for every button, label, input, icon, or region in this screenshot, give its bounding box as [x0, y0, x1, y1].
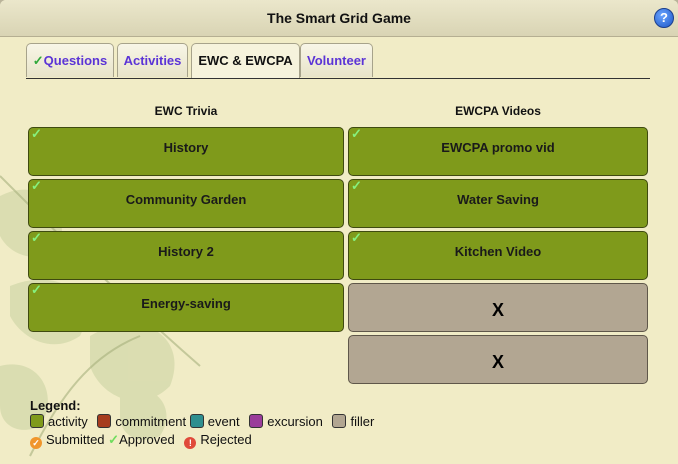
approved-check-icon: ✓ [31, 282, 42, 297]
tile-label: Community Garden [125, 192, 247, 207]
activity-tile-water-saving[interactable]: ✓ Water Saving [348, 178, 648, 228]
tile-label: History [163, 140, 209, 155]
activity-tile-history-2[interactable]: ✓ History 2 [28, 230, 344, 280]
approved-check-icon: ✓ [31, 230, 42, 245]
activity-tile-ewcpa-promo-vid[interactable]: ✓ EWCPA promo vid [348, 126, 648, 176]
legend-label: Submitted [46, 432, 105, 447]
legend-label: filler [350, 414, 375, 429]
tab-volunteer[interactable]: Volunteer [300, 43, 373, 77]
activity-tile-kitchen-video[interactable]: ✓ Kitchen Video [348, 230, 648, 280]
title-bar: The Smart Grid Game ? [0, 0, 678, 37]
activity-tile-history[interactable]: ✓ History [28, 126, 344, 176]
tile-label: Kitchen Video [454, 244, 542, 259]
window-title: The Smart Grid Game [267, 10, 411, 26]
help-icon[interactable]: ? [654, 8, 674, 28]
tile-label: Energy-saving [141, 296, 231, 311]
legend: Legend: activity commitment event excurs… [30, 398, 374, 449]
rejected-icon: ! [184, 437, 197, 449]
commitment-swatch [97, 414, 112, 428]
legend-title: Legend: [30, 398, 81, 413]
activity-tile-community-garden[interactable]: ✓ Community Garden [28, 178, 344, 228]
tile-label: X [491, 300, 504, 320]
filler-tile: X [348, 335, 648, 384]
legend-label: Approved [119, 432, 175, 447]
legend-label: event [207, 414, 240, 429]
event-swatch [189, 414, 204, 428]
approved-check-icon: ✓ [351, 126, 362, 141]
approved-check-icon: ✓ [32, 53, 44, 68]
legend-label: activity [48, 414, 88, 429]
tab-ewc-ewcpa[interactable]: EWC & EWCPA [191, 43, 300, 79]
filler-swatch [332, 414, 347, 428]
column-heading-ewcpa-videos: EWCPA Videos [455, 104, 541, 118]
excursion-swatch [249, 414, 264, 428]
tile-label: History 2 [158, 244, 214, 259]
legend-status-row: ✓ Submitted ✓Approved ! Rejected [30, 432, 252, 449]
approved-check-icon: ✓ [108, 432, 120, 447]
legend-label: commitment [115, 414, 187, 429]
column-heading-ewc-trivia: EWC Trivia [154, 104, 218, 118]
tab-label: Questions [43, 53, 108, 68]
game-window: The Smart Grid Game ? ✓Questions Activit… [0, 0, 678, 464]
approved-check-icon: ✓ [31, 178, 42, 193]
approved-check-icon: ✓ [351, 178, 362, 193]
tile-label: Water Saving [457, 192, 539, 207]
activity-tile-energy-saving[interactable]: ✓ Energy-saving [28, 282, 344, 332]
legend-type-row: activity commitment event excursion fill… [30, 414, 374, 429]
submitted-icon: ✓ [30, 437, 42, 449]
tab-label: Volunteer [307, 53, 366, 68]
tab-activities[interactable]: Activities [117, 43, 188, 77]
tab-label: EWC & EWCPA [198, 53, 293, 68]
tile-label: EWCPA promo vid [441, 140, 555, 155]
legend-label: Rejected [200, 432, 252, 447]
approved-check-icon: ✓ [351, 230, 362, 245]
tab-divider [26, 78, 650, 79]
tab-questions[interactable]: ✓Questions [26, 43, 114, 77]
filler-tile: X [348, 283, 648, 332]
tab-label: Activities [123, 53, 182, 68]
activity-swatch [30, 414, 44, 428]
legend-label: excursion [267, 414, 323, 429]
approved-check-icon: ✓ [31, 126, 42, 141]
tile-label: X [491, 352, 504, 372]
